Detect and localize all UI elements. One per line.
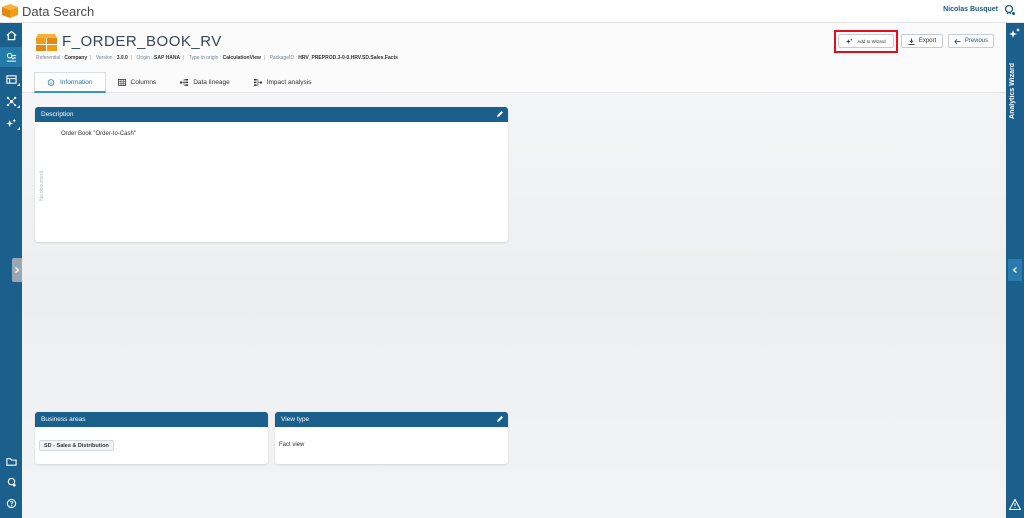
meta-value: Company xyxy=(64,55,88,61)
no-document-label: No document xyxy=(39,171,45,201)
search-list-icon xyxy=(6,52,16,62)
meta-value: SAP HANA xyxy=(154,55,181,61)
description-text: Order Book "Order-to-Cash" xyxy=(61,131,136,137)
submenu-indicator xyxy=(17,127,20,130)
tab-impact-analysis[interactable]: Impact analysis xyxy=(242,72,324,93)
view-type-value: Fact view xyxy=(279,442,305,448)
view-type-panel: View type Fact view xyxy=(275,412,508,464)
analytics-wizard-sidebar[interactable]: Analytics Wizard xyxy=(1006,23,1024,518)
business-area-chip[interactable]: SD - Sales & Distribution xyxy=(39,440,114,451)
sidebar-item-folders[interactable] xyxy=(0,451,22,471)
sidebar-item-catalog[interactable] xyxy=(0,69,22,89)
download-icon xyxy=(908,37,915,45)
folder-icon xyxy=(5,457,17,466)
previous-button[interactable]: Previous xyxy=(948,34,994,48)
tab-label: Impact analysis xyxy=(266,79,312,86)
arrow-left-icon xyxy=(954,38,961,44)
data-search-logo xyxy=(2,4,18,18)
description-panel: Description Order Book "Order-to-Cash" N… xyxy=(35,107,508,242)
app-title: Data Search xyxy=(22,3,95,19)
sparkle-icon xyxy=(1009,28,1020,38)
object-header: F_ORDER_BOOK_RV Referential : Company | V… xyxy=(22,23,1006,93)
sidebar-item-search[interactable] xyxy=(0,47,22,67)
submenu-indicator xyxy=(17,105,20,108)
tab-label: Data lineage xyxy=(193,79,230,86)
previous-label: Previous xyxy=(964,38,989,44)
description-header: Description xyxy=(35,107,508,122)
tab-label: Columns xyxy=(130,79,157,86)
top-bar: Data Search Nicolas Busquet xyxy=(0,0,1024,23)
meta-label: Type in origin : xyxy=(188,55,222,61)
calculation-view-icon xyxy=(36,34,57,51)
export-label: Export xyxy=(918,38,937,44)
home-icon xyxy=(6,30,16,40)
panel-title: Description xyxy=(41,111,74,118)
highlight-box xyxy=(834,30,898,53)
meta-label: Version : xyxy=(95,55,116,61)
submenu-indicator xyxy=(17,83,20,86)
page-title: F_ORDER_BOOK_RV xyxy=(62,33,222,50)
meta-value: CalculationView xyxy=(222,55,261,61)
meta-label: Origin : xyxy=(136,55,153,61)
edit-icon[interactable] xyxy=(496,110,504,118)
catalog-icon xyxy=(5,74,17,84)
meta-label: PackageID : xyxy=(269,55,297,61)
warning-icon[interactable] xyxy=(1009,499,1021,510)
sidebar-item-help[interactable] xyxy=(0,493,22,513)
business-areas-header: Business areas xyxy=(35,412,268,427)
sidebar-item-home[interactable] xyxy=(0,25,22,45)
network-icon xyxy=(6,96,16,106)
chevron-left-icon xyxy=(1012,267,1017,273)
user-name[interactable]: Nicolas Busquet xyxy=(943,6,998,13)
left-panel-expander[interactable] xyxy=(12,258,22,282)
sparkle-icon xyxy=(5,118,16,127)
main-content: F_ORDER_BOOK_RV Referential : Company | V… xyxy=(22,23,1006,518)
business-areas-panel: Business areas SD - Sales & Distribution xyxy=(35,412,268,464)
tab-columns[interactable]: Columns xyxy=(106,72,169,93)
chevron-right-icon xyxy=(15,267,20,273)
tab-bar: Information Columns Data lineage Impact … xyxy=(34,72,323,93)
lineage-icon xyxy=(180,79,189,86)
export-button[interactable]: Export xyxy=(901,34,943,48)
user-icon xyxy=(7,477,16,487)
info-icon xyxy=(47,78,55,86)
analytics-wizard-title: Analytics Wizard xyxy=(1009,63,1016,119)
grid-icon xyxy=(117,79,126,86)
help-icon xyxy=(6,498,16,508)
meta-value: HRV_PREPROD.3-0-0.HRV.SD.Sales.Facts xyxy=(298,55,398,61)
sidebar-item-account[interactable] xyxy=(0,472,22,492)
user-settings-icon[interactable] xyxy=(1004,4,1016,16)
view-type-header: View type xyxy=(275,412,508,427)
tab-information[interactable]: Information xyxy=(34,72,106,93)
tab-data-lineage[interactable]: Data lineage xyxy=(168,72,242,93)
sidebar-item-wizard[interactable] xyxy=(0,113,22,133)
object-metadata: Referential : Company | Version : 3.0.0 | … xyxy=(36,55,398,61)
impact-icon xyxy=(253,79,262,86)
meta-label: Referential : xyxy=(36,55,63,61)
panel-title: View type xyxy=(281,416,310,423)
edit-icon[interactable] xyxy=(496,415,504,423)
sidebar-item-network[interactable] xyxy=(0,91,22,111)
meta-value: 3.0.0 xyxy=(116,55,128,61)
tab-label: Information xyxy=(60,78,93,86)
panel-title: Business areas xyxy=(41,416,86,423)
right-panel-expander[interactable] xyxy=(1008,259,1022,281)
